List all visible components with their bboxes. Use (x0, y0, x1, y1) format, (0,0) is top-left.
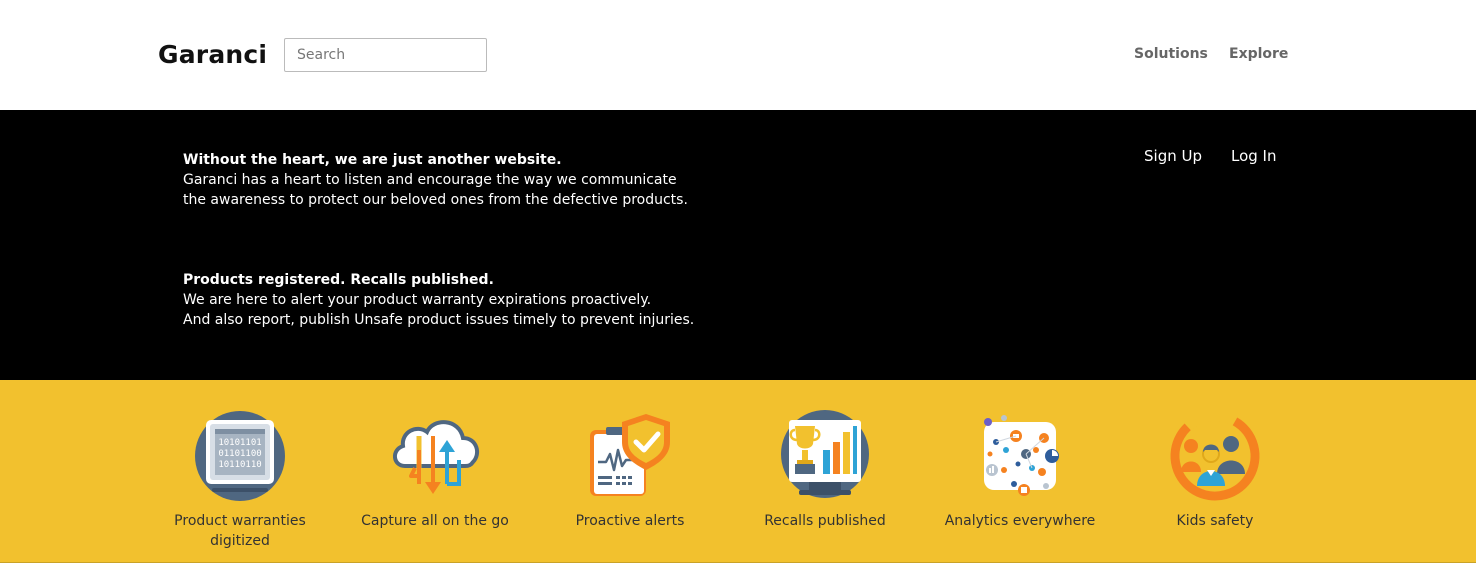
trophy-chart-icon (781, 410, 869, 498)
feature-label: Kids safety (1176, 513, 1254, 529)
feature-capture-on-the-go[interactable]: Capture all on the go (340, 410, 530, 531)
feature-label-line: Product warranties (174, 513, 306, 529)
feature-label: Analytics everywhere (944, 513, 1096, 529)
features-section: 10101101 01101100 10110110 Product warra… (0, 380, 1476, 563)
digital-chip-icon: 10101101 01101100 10110110 (195, 411, 285, 501)
hero-mission-line: the awareness to protect our beloved one… (183, 192, 688, 208)
log-in-link[interactable]: Log In (1231, 147, 1277, 165)
hero-mission-block: Without the heart, we are just another w… (183, 150, 688, 210)
feature-label: Product warranties digitized (145, 511, 335, 551)
sign-up-link[interactable]: Sign Up (1144, 147, 1202, 165)
hero-products-line: And also report, publish Unsafe product … (183, 312, 695, 328)
search-input[interactable] (284, 38, 487, 72)
shield-check-icon (590, 414, 670, 496)
feature-label: Recalls published (764, 513, 886, 529)
hero-products-block: Products registered. Recalls published. … (183, 270, 694, 330)
cloud-sync-icon (393, 420, 480, 494)
family-icon (1170, 411, 1260, 501)
hero-section: Without the heart, we are just another w… (0, 110, 1476, 380)
feature-label-line: digitized (210, 533, 270, 549)
hero-products-heading: Products registered. Recalls published. (183, 272, 494, 288)
site-header: Garanci Solutions Explore (0, 0, 1476, 110)
nav-explore-link[interactable]: Explore (1229, 46, 1288, 62)
svg-text:10101101: 10101101 (218, 438, 261, 448)
svg-text:10110110: 10110110 (218, 460, 261, 470)
feature-recalls-published[interactable]: Recalls published (730, 410, 920, 531)
analytics-network-icon (984, 415, 1059, 496)
hero-mission-line: Garanci has a heart to listen and encour… (183, 172, 677, 188)
brand-logo[interactable]: Garanci (158, 40, 267, 69)
feature-analytics-everywhere[interactable]: Analytics everywhere (925, 410, 1115, 531)
hero-mission-heading: Without the heart, we are just another w… (183, 152, 562, 168)
svg-text:01101100: 01101100 (218, 449, 261, 459)
feature-label: Capture all on the go (361, 513, 509, 529)
feature-proactive-alerts[interactable]: Proactive alerts (535, 410, 725, 531)
feature-kids-safety[interactable]: Kids safety (1120, 410, 1310, 531)
hero-products-line: We are here to alert your product warran… (183, 292, 652, 308)
feature-label: Proactive alerts (575, 513, 685, 529)
nav-solutions-link[interactable]: Solutions (1134, 46, 1208, 62)
feature-warranties-digitized[interactable]: 10101101 01101100 10110110 Product warra… (145, 410, 335, 551)
